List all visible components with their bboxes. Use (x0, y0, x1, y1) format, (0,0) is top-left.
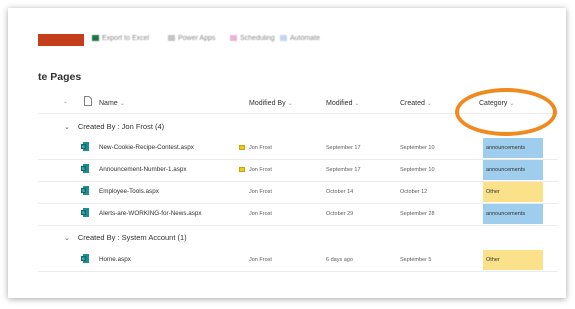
modified-by-cell[interactable]: Jon Frost (249, 145, 272, 151)
file-name-link[interactable]: Alerts-are-WORKING-for-News.aspx (99, 210, 202, 217)
row-divider (38, 203, 558, 204)
row-divider (38, 271, 558, 272)
export-excel-button[interactable]: Export to Excel (92, 35, 149, 42)
doc-type-header[interactable] (84, 96, 92, 108)
sharepoint-window: Export to Excel Power Apps Scheduling Au… (8, 8, 566, 298)
calendar-icon (230, 35, 237, 42)
svg-text:S: S (82, 188, 85, 193)
flow-icon (280, 35, 287, 42)
modified-cell: October 29 (326, 211, 354, 217)
sharepoint-page-icon: S (81, 254, 89, 263)
chevron-down-icon: ⌄ (354, 101, 360, 107)
chevron-down-icon: ⌄ (63, 99, 69, 105)
category-cell: Other (483, 182, 543, 202)
chevron-down-icon[interactable]: ⌄ (64, 124, 70, 131)
created-cell: September 10 (400, 145, 435, 151)
created-cell: September 28 (400, 211, 435, 217)
excel-icon (92, 35, 99, 42)
new-item-flag-icon (239, 167, 245, 172)
modified-cell: September 17 (326, 167, 361, 173)
svg-text:S: S (82, 210, 85, 215)
power-apps-button[interactable]: Power Apps (168, 35, 215, 42)
sharepoint-page-icon: S (81, 164, 89, 173)
sharepoint-page-icon: S (81, 186, 89, 195)
svg-text:S: S (82, 166, 85, 171)
scheduling-button[interactable]: Scheduling (230, 35, 275, 42)
column-header-modified[interactable]: Modified ⌄ (326, 100, 360, 107)
row-divider (38, 181, 558, 182)
created-cell: September 10 (400, 167, 435, 173)
column-header-name[interactable]: Name ⌄ (99, 100, 125, 107)
document-icon (84, 96, 92, 106)
sharepoint-page-icon: S (81, 208, 89, 217)
modified-cell: October 14 (326, 189, 354, 195)
modified-by-cell[interactable]: Jon Frost (249, 257, 272, 263)
created-cell: October 12 (400, 189, 428, 195)
modified-cell: 6 days ago (326, 257, 353, 263)
select-all-toggle[interactable]: ⌄ (61, 98, 68, 105)
svg-text:S: S (82, 256, 85, 261)
file-name-link[interactable]: New-Cookie-Recipe-Contest.aspx (99, 144, 194, 151)
group-header-jon-frost[interactable]: ⌄ Created By : Jon Frost (4) (64, 122, 164, 131)
row-divider (38, 225, 558, 226)
modified-by-cell[interactable]: Jon Frost (249, 167, 272, 173)
command-bar: Export to Excel Power Apps Scheduling Au… (8, 8, 566, 46)
file-name-link[interactable]: Home.aspx (99, 256, 131, 263)
chevron-down-icon[interactable]: ⌄ (64, 235, 70, 242)
automate-button[interactable]: Automate (280, 35, 320, 42)
row-divider (38, 159, 558, 160)
column-header-created[interactable]: Created ⌄ (400, 100, 432, 107)
chevron-down-icon: ⌄ (426, 101, 432, 107)
category-cell: Other (483, 250, 543, 270)
file-name-link[interactable]: Employee-Tools.aspx (99, 188, 159, 195)
category-cell: announcements (483, 204, 543, 224)
highlight-circle-annotation (455, 88, 557, 136)
new-button[interactable] (38, 34, 84, 46)
modified-by-cell[interactable]: Jon Frost (249, 211, 272, 217)
file-name-link[interactable]: Announcement-Number-1.aspx (99, 166, 187, 173)
created-cell: September 5 (400, 257, 432, 263)
column-header-modified-by[interactable]: Modified By ⌄ (249, 100, 293, 107)
sharepoint-page-icon: S (81, 142, 89, 151)
category-cell: announcements (483, 160, 543, 180)
chevron-down-icon: ⌄ (287, 101, 293, 107)
new-item-flag-icon (239, 145, 245, 150)
modified-cell: September 17 (326, 145, 361, 151)
group-header-system-account[interactable]: ⌄ Created By : System Account (1) (64, 233, 187, 242)
chevron-down-icon: ⌄ (119, 101, 125, 107)
svg-text:S: S (82, 144, 85, 149)
modified-by-cell[interactable]: Jon Frost (249, 189, 272, 195)
category-cell: announcements (483, 138, 543, 158)
page-title: te Pages (38, 71, 82, 83)
power-apps-icon (168, 35, 175, 42)
